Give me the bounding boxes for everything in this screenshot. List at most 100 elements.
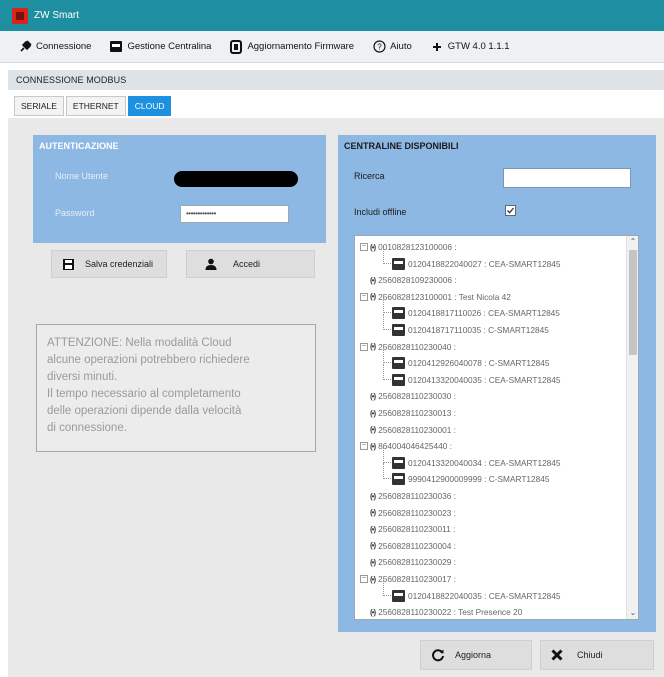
help-icon: ? (372, 40, 386, 54)
tree-gateway-row[interactable]: (•) 2560828110230004 : (360, 538, 456, 554)
tree-gateway-row[interactable]: (•) 2560828110230029 : (360, 554, 456, 570)
menu-connessione[interactable]: Connessione (18, 40, 91, 54)
gateway-icon: (•) (370, 292, 376, 302)
tree-expander-icon[interactable]: − (360, 243, 368, 251)
tree-expander-icon (360, 276, 368, 285)
tree-gateway-row[interactable]: (•) 2560828110230030 : (360, 388, 456, 404)
tree-item-label: 2560828110230023 : (378, 507, 456, 518)
tree-scrollbar[interactable]: ⌃ ⌄ (626, 236, 638, 619)
scroll-thumb[interactable] (629, 250, 637, 355)
svg-text:?: ? (377, 43, 382, 52)
device-icon (392, 456, 405, 469)
tree-item-label: 9990412900009999 : C-SMART12845 (408, 474, 550, 485)
menu-aiuto-label: Aiuto (390, 41, 412, 52)
menu-bar: Connessione Gestione Centralina Aggiorna… (0, 31, 664, 63)
warning-line: ATTENZIONE: Nella modalità Cloud (47, 337, 232, 349)
tree-expander-icon (360, 525, 368, 534)
menu-gestione-centralina[interactable]: Gestione Centralina (109, 40, 211, 54)
tree-connector (383, 363, 391, 380)
tree-expander-icon (360, 608, 368, 617)
tree-gateway-row[interactable]: (•) 2560828110230022 : Test Presence 20 (360, 604, 523, 619)
tree-device-row[interactable]: 0120418822040027 : CEA-SMART12845 (392, 256, 561, 272)
auth-title: AUTENTICAZIONE (39, 141, 119, 151)
tree-device-row[interactable]: 9990412900009999 : C-SMART12845 (392, 471, 549, 487)
tree-gateway-row[interactable]: (•) 2560828110230036 : (360, 488, 456, 504)
tree-item-label: 0120413320040034 : CEA-SMART12845 (408, 457, 561, 468)
tree-gateway-row[interactable]: (•) 2560828110230011 : (360, 521, 455, 537)
tree-gateway-row[interactable]: (•) 2560828110230013 : (360, 405, 456, 421)
tree-expander-icon[interactable]: − (360, 575, 368, 583)
tree-gateway-row[interactable]: − (•) 0010828123100006 : (360, 239, 457, 255)
gateway-icon: (•) (370, 557, 376, 567)
tab-ethernet[interactable]: ETHERNET (65, 96, 126, 116)
refresh-button[interactable]: Aggiorna (420, 640, 532, 670)
menu-aiuto[interactable]: ? Aiuto (372, 40, 412, 54)
tree-item-label: 2560828110230001 : (378, 424, 456, 435)
tree-expander-icon[interactable]: − (360, 342, 368, 351)
firmware-icon (229, 39, 243, 54)
tree-device-row[interactable]: 0120413320040034 : CEA-SMART12845 (392, 455, 561, 471)
tree-device-row[interactable]: 0120418822040035 : CEA-SMART12845 (392, 588, 561, 604)
tree-item-label: 2560828110230004 : (378, 540, 456, 551)
device-icon (392, 473, 405, 486)
search-input[interactable] (503, 168, 631, 188)
device-icon (392, 357, 405, 370)
device-icon (109, 40, 123, 54)
plus-icon (430, 40, 444, 54)
tree-item-label: 0120418822040035 : CEA-SMART12845 (408, 590, 561, 601)
title-bar: ZW Smart (0, 0, 664, 31)
tab-seriale[interactable]: SERIALE (14, 96, 64, 116)
scroll-up-arrow-icon[interactable]: ⌃ (627, 236, 638, 248)
login-button[interactable]: Accedi (186, 250, 315, 278)
gateway-icon: (•) (370, 408, 376, 418)
available-units-panel: CENTRALINE DISPONIBILI Ricerca Includi o… (338, 135, 656, 632)
tree-item-label: 2560828109230006 : (378, 275, 457, 286)
tree-gateway-row[interactable]: (•) 2560828109230006 : (360, 272, 457, 288)
tree-device-row[interactable]: 0120418817110026 : CEA-SMART12845 (392, 305, 560, 321)
tree-device-row[interactable]: 0120412926040078 : C-SMART12845 (392, 355, 549, 371)
menu-gestione-centralina-label: Gestione Centralina (127, 41, 212, 52)
menu-gtw-version[interactable]: GTW 4.0 1.1.1 (430, 40, 510, 54)
tree-gateway-row[interactable]: − (•) 2560828110230040 : (360, 339, 456, 355)
tree-gateway-row[interactable]: − (•) 8640040464254​40 : (360, 438, 452, 454)
units-tree[interactable]: ⌃ ⌄ − (•) 0010828123100006 : 01204188220400… (354, 235, 639, 620)
tree-connector (383, 347, 391, 364)
available-title: CENTRALINE DISPONIBILI (344, 141, 459, 151)
tree-connector (383, 463, 391, 480)
tree-item-label: 2560828110230036 : (378, 491, 456, 501)
save-credentials-label: Salva credenziali (85, 259, 154, 269)
username-field[interactable] (174, 171, 298, 187)
gateway-icon: (•) (370, 607, 376, 617)
close-button[interactable]: Chiudi (540, 640, 654, 670)
tree-device-row[interactable]: 0120418717110035 : C-SMART12845 (392, 322, 549, 338)
tree-expander-icon[interactable]: − (360, 292, 368, 301)
save-icon (62, 258, 75, 271)
tree-gateway-row[interactable]: (•) 2560828110230001 : (360, 422, 456, 438)
menu-aggiornamento-firmware[interactable]: Aggiornamento Firmware (229, 39, 354, 54)
tree-gateway-row[interactable]: − (•) 2560828110230017 : (360, 571, 456, 587)
tree-item-label: 2560828110230022 : Test Presence 20 (378, 607, 523, 618)
tree-expander-icon (360, 409, 368, 417)
password-field[interactable]: ••••••••••••• (180, 205, 289, 223)
device-icon (392, 589, 405, 602)
tree-expander-icon (360, 541, 368, 550)
warning-line: di connessione. (47, 422, 127, 434)
window-title: ZW Smart (34, 10, 79, 21)
save-credentials-button[interactable]: Salva credenziali (51, 250, 167, 278)
scroll-down-arrow-icon[interactable]: ⌄ (627, 607, 638, 619)
warning-line: alcune operazioni potrebbero richiedere (47, 354, 250, 366)
close-label: Chiudi (577, 650, 603, 660)
auth-panel: AUTENTICAZIONE Nome Utente Password ••••… (33, 135, 326, 243)
tree-expander-icon (360, 492, 368, 500)
tree-device-row[interactable]: 0120413320040035 : CEA-SMART12845 (392, 372, 561, 388)
tab-cloud[interactable]: CLOUD (127, 96, 172, 116)
include-offline-checkbox[interactable] (505, 205, 516, 216)
gateway-icon: (•) (370, 441, 376, 451)
tree-expander-icon (360, 425, 368, 434)
checkmark-icon (507, 207, 515, 214)
device-icon (392, 373, 405, 386)
tree-connector (383, 314, 391, 330)
gateway-icon: (•) (370, 275, 376, 285)
tree-expander-icon[interactable]: − (360, 442, 368, 451)
tree-gateway-row[interactable]: (•) 2560828110230023 : (360, 505, 456, 521)
